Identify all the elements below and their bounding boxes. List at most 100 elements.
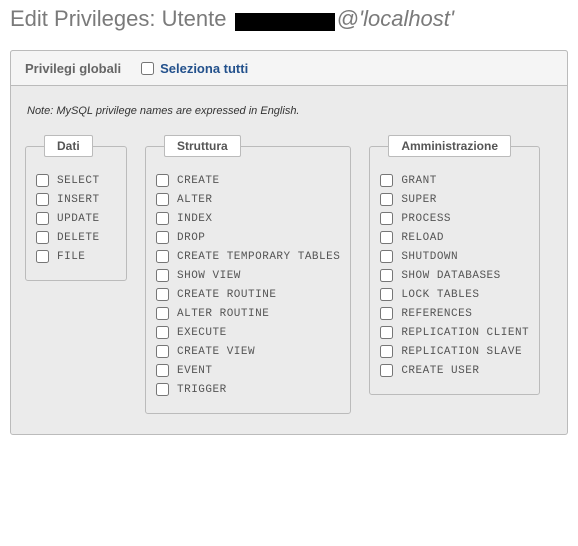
privilege-item[interactable]: CREATE — [156, 171, 340, 190]
title-host: @'localhost' — [337, 6, 455, 31]
privilege-label: REFERENCES — [401, 308, 472, 320]
note-text: Note: MySQL privilege names are expresse… — [27, 105, 553, 117]
privilege-checkbox[interactable] — [156, 288, 169, 301]
privilege-item[interactable]: INSERT — [36, 190, 116, 209]
privilege-checkbox[interactable] — [380, 307, 393, 320]
privilege-checkbox[interactable] — [156, 269, 169, 282]
privilege-label: REPLICATION CLIENT — [401, 327, 529, 339]
privilege-item[interactable]: UPDATE — [36, 209, 116, 228]
privilege-checkbox[interactable] — [156, 345, 169, 358]
privilege-item[interactable]: CREATE TEMPORARY TABLES — [156, 247, 340, 266]
privilege-label: REPLICATION SLAVE — [401, 346, 522, 358]
privilege-item[interactable]: SELECT — [36, 171, 116, 190]
privilege-checkbox[interactable] — [380, 364, 393, 377]
privilege-label: INDEX — [177, 213, 213, 225]
redacted-username — [235, 13, 335, 31]
privilege-item[interactable]: CREATE USER — [380, 361, 529, 380]
privilege-item[interactable]: REPLICATION CLIENT — [380, 323, 529, 342]
privilege-checkbox[interactable] — [380, 288, 393, 301]
privilege-item[interactable]: FILE — [36, 247, 116, 266]
privilege-item[interactable]: DROP — [156, 228, 340, 247]
privilege-label: DELETE — [57, 232, 100, 244]
privilege-label: CREATE — [177, 175, 220, 187]
privilege-checkbox[interactable] — [380, 250, 393, 263]
privilege-item[interactable]: EXECUTE — [156, 323, 340, 342]
privilege-checkbox[interactable] — [156, 326, 169, 339]
title-prefix: Edit Privileges: Utente — [10, 6, 233, 31]
privilege-item[interactable]: TRIGGER — [156, 380, 340, 399]
privilege-label: SHOW VIEW — [177, 270, 241, 282]
privilege-label: INSERT — [57, 194, 100, 206]
group-dati: Dati SELECT INSERT UPDATE DELETE FILE — [25, 135, 127, 281]
group-amministrazione-title[interactable]: Amministrazione — [388, 135, 511, 157]
group-amministrazione-list: GRANT SUPER PROCESS RELOAD SHUTDOWN SHOW DATA… — [380, 171, 529, 380]
group-struttura-title[interactable]: Struttura — [164, 135, 241, 157]
privilege-checkbox[interactable] — [380, 269, 393, 282]
privilege-checkbox[interactable] — [380, 193, 393, 206]
tab-label: Privilegi globali — [25, 61, 121, 76]
privilege-checkbox[interactable] — [156, 364, 169, 377]
privilege-checkbox[interactable] — [36, 212, 49, 225]
group-amministrazione: Amministrazione GRANT SUPER PROCESS RELOAD S… — [369, 135, 540, 395]
privilege-checkbox[interactable] — [380, 326, 393, 339]
privilege-label: GRANT — [401, 175, 437, 187]
privilege-item[interactable]: CREATE VIEW — [156, 342, 340, 361]
privilege-label: ALTER — [177, 194, 213, 206]
privilege-item[interactable]: CREATE ROUTINE — [156, 285, 340, 304]
privilege-label: CREATE VIEW — [177, 346, 255, 358]
privilege-label: CREATE TEMPORARY TABLES — [177, 251, 340, 263]
privilege-label: RELOAD — [401, 232, 444, 244]
privilege-item[interactable]: SHOW DATABASES — [380, 266, 529, 285]
privilege-label: ALTER ROUTINE — [177, 308, 269, 320]
privilege-label: EXECUTE — [177, 327, 227, 339]
privilege-item[interactable]: SHOW VIEW — [156, 266, 340, 285]
privilege-item[interactable]: REFERENCES — [380, 304, 529, 323]
privilege-item[interactable]: ALTER ROUTINE — [156, 304, 340, 323]
tab-header: Privilegi globali Seleziona tutti — [10, 50, 568, 86]
select-all-checkbox[interactable] — [141, 62, 154, 75]
privilege-checkbox[interactable] — [380, 345, 393, 358]
privilege-label: SELECT — [57, 175, 100, 187]
privilege-item[interactable]: ALTER — [156, 190, 340, 209]
privilege-label: UPDATE — [57, 213, 100, 225]
privilege-checkbox[interactable] — [36, 250, 49, 263]
privilege-item[interactable]: REPLICATION SLAVE — [380, 342, 529, 361]
privilege-item[interactable]: RELOAD — [380, 228, 529, 247]
privilege-label: CREATE USER — [401, 365, 479, 377]
privilege-columns: Dati SELECT INSERT UPDATE DELETE FILE Strutt… — [25, 135, 553, 414]
privilege-item[interactable]: EVENT — [156, 361, 340, 380]
select-all-link[interactable]: Seleziona tutti — [160, 61, 248, 76]
privilege-checkbox[interactable] — [380, 212, 393, 225]
page-title: Edit Privileges: Utente @'localhost' — [10, 6, 568, 32]
privilege-label: SHOW DATABASES — [401, 270, 500, 282]
privilege-checkbox[interactable] — [156, 383, 169, 396]
privilege-item[interactable]: SHUTDOWN — [380, 247, 529, 266]
privilege-checkbox[interactable] — [36, 231, 49, 244]
privilege-label: EVENT — [177, 365, 213, 377]
privileges-panel: Privilegi globali Seleziona tutti Note: … — [10, 50, 568, 435]
group-dati-title[interactable]: Dati — [44, 135, 93, 157]
privilege-checkbox[interactable] — [380, 174, 393, 187]
group-dati-list: SELECT INSERT UPDATE DELETE FILE — [36, 171, 116, 266]
privilege-item[interactable]: INDEX — [156, 209, 340, 228]
group-struttura-list: CREATE ALTER INDEX DROP CREATE TEMPORARY TAB… — [156, 171, 340, 399]
privilege-checkbox[interactable] — [156, 212, 169, 225]
privilege-item[interactable]: GRANT — [380, 171, 529, 190]
privilege-item[interactable]: SUPER — [380, 190, 529, 209]
privilege-item[interactable]: PROCESS — [380, 209, 529, 228]
privilege-label: TRIGGER — [177, 384, 227, 396]
privilege-label: SUPER — [401, 194, 437, 206]
privilege-label: CREATE ROUTINE — [177, 289, 276, 301]
privilege-checkbox[interactable] — [156, 231, 169, 244]
privilege-item[interactable]: LOCK TABLES — [380, 285, 529, 304]
privilege-checkbox[interactable] — [380, 231, 393, 244]
privilege-checkbox[interactable] — [156, 250, 169, 263]
privilege-checkbox[interactable] — [36, 193, 49, 206]
privilege-checkbox[interactable] — [156, 174, 169, 187]
privilege-checkbox[interactable] — [156, 193, 169, 206]
privilege-label: PROCESS — [401, 213, 451, 225]
group-struttura: Struttura CREATE ALTER INDEX DROP CREATE TEM… — [145, 135, 351, 414]
privilege-item[interactable]: DELETE — [36, 228, 116, 247]
privilege-checkbox[interactable] — [36, 174, 49, 187]
privilege-checkbox[interactable] — [156, 307, 169, 320]
